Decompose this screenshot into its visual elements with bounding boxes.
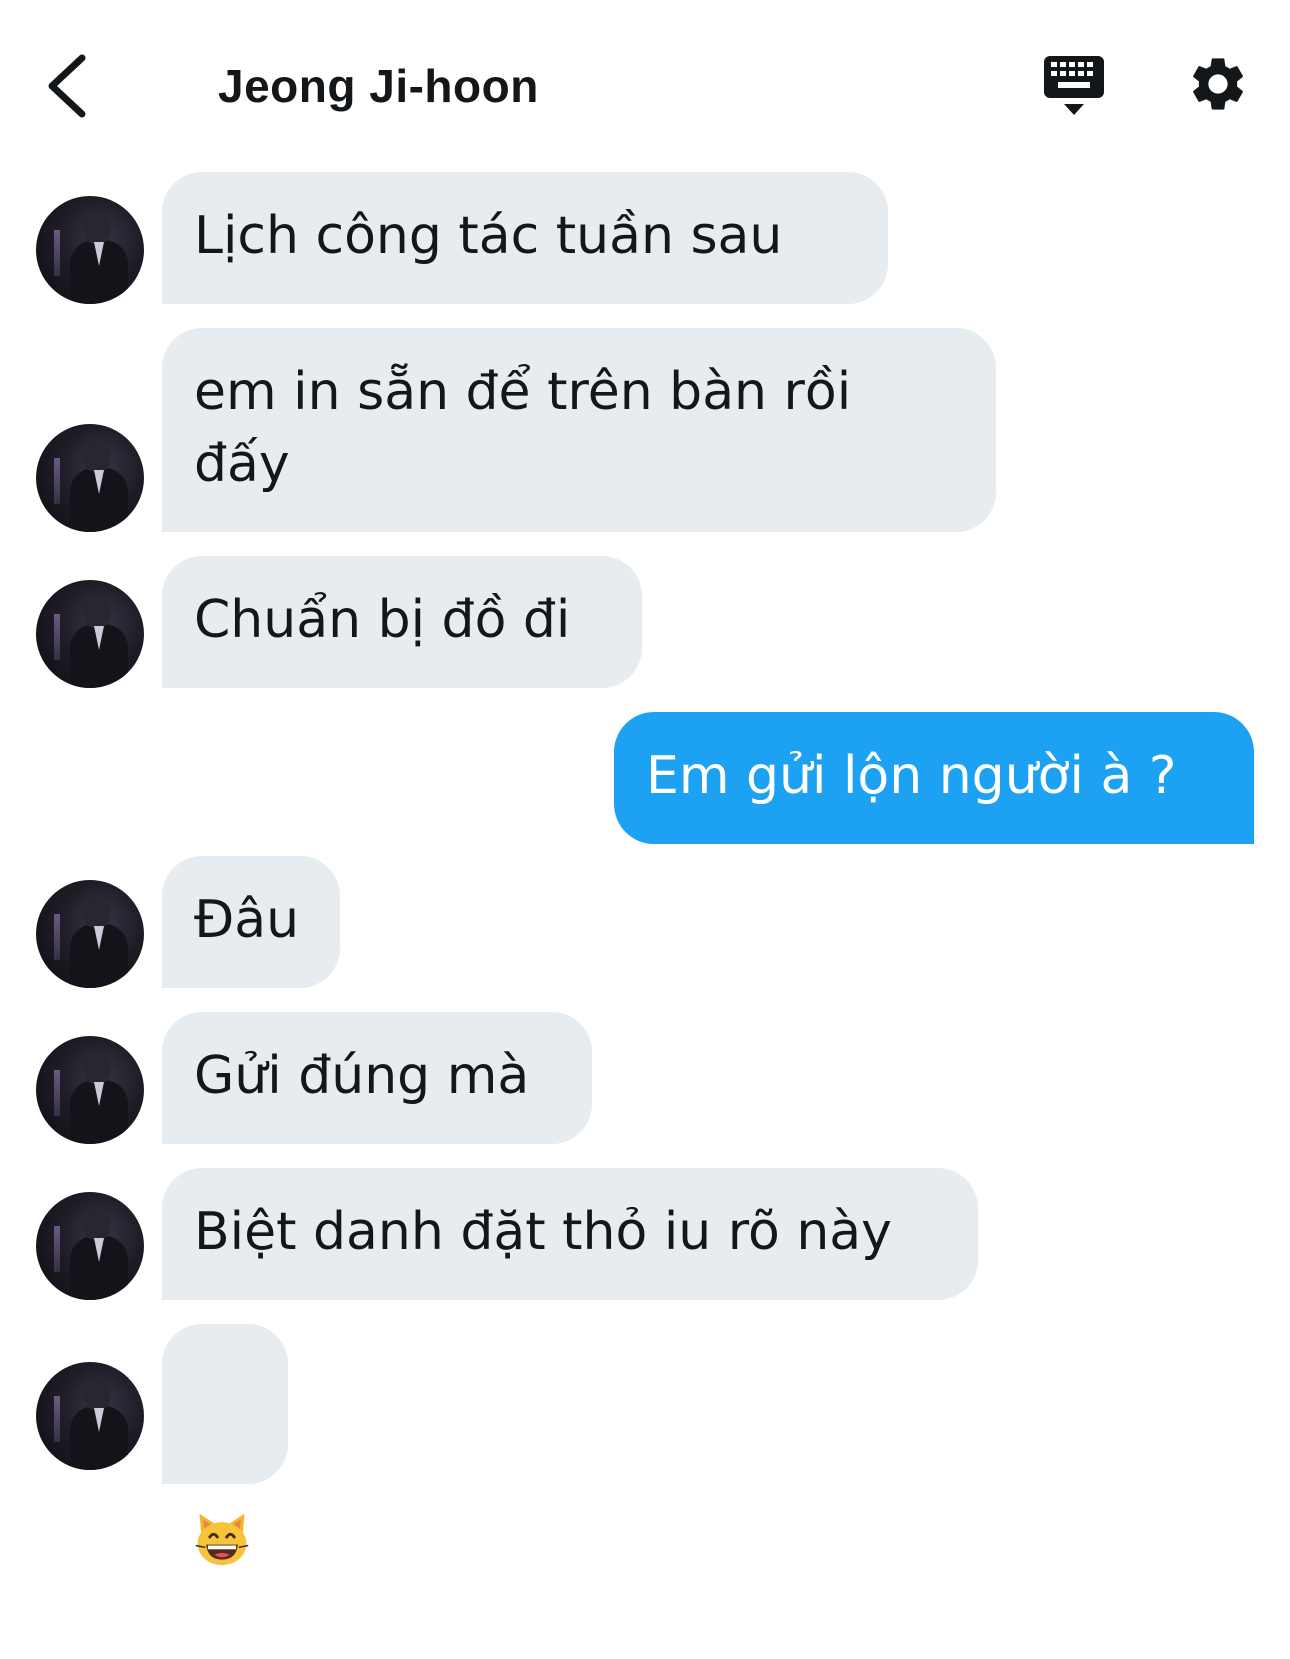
message-thread: Lịch công tác tuần sau em in sẵn để trên… (0, 0, 1290, 1566)
incoming-emoji-bubble[interactable] (162, 1324, 288, 1566)
avatar[interactable] (36, 1192, 144, 1300)
outgoing-message-bubble[interactable]: Em gửi lộn người à ? (614, 712, 1254, 844)
avatar[interactable] (36, 580, 144, 688)
avatar[interactable] (36, 880, 144, 988)
avatar[interactable] (36, 196, 144, 304)
incoming-message-bubble[interactable]: Đâu (162, 856, 340, 988)
incoming-message-bubble[interactable]: Lịch công tác tuần sau (162, 172, 888, 304)
incoming-message-bubble[interactable]: Gửi đúng mà (162, 1012, 592, 1144)
incoming-message-bubble[interactable]: Biệt danh đặt thỏ iu rõ này (162, 1168, 978, 1300)
avatar[interactable] (36, 1362, 144, 1470)
avatar[interactable] (36, 1036, 144, 1144)
incoming-message-bubble[interactable]: Chuẩn bị đồ đi (162, 556, 642, 688)
grinning-cat-emoji (195, 1513, 249, 1566)
incoming-message-bubble[interactable]: em in sẵn để trên bàn rồi đấy (162, 328, 996, 532)
avatar[interactable] (36, 424, 144, 532)
